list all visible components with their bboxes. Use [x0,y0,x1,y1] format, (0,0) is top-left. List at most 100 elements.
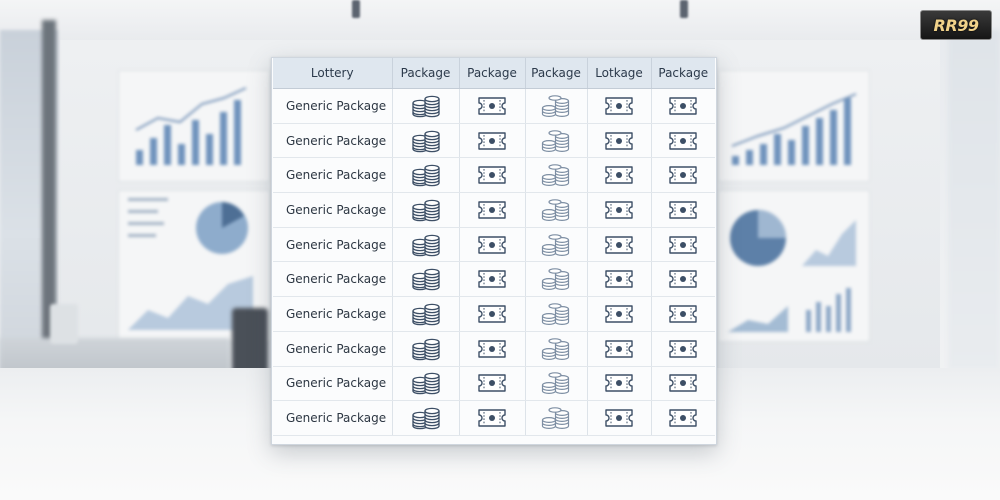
package-icon-cell [525,227,588,263]
ticket-icon [476,94,508,118]
package-icon-cell [392,157,460,194]
package-icon-cell [459,331,526,367]
column-header-5[interactable]: Package [651,58,715,89]
table-row: Generic Package [273,123,715,159]
coin-stack-light-icon [540,233,572,257]
coin-stack-icon [410,371,442,395]
package-icon-cell [459,123,526,159]
brand-logo-text: RR99 [933,15,979,35]
package-icon-cell [587,296,652,332]
ticket-icon [476,233,508,257]
table-row: Generic Package [273,88,715,124]
coin-stack-icon [410,129,442,153]
package-table: Lottery Package Package Package Lotkage Packa… [273,58,715,436]
coin-stack-icon [410,267,442,291]
table-row: Generic Package [273,227,715,263]
package-icon-cell [587,331,652,367]
coin-stack-light-icon [540,337,572,361]
window-right [948,30,1000,370]
package-icon-cell [587,261,652,298]
column-header-2[interactable]: Package [459,58,526,89]
table-row: Generic Package [273,366,715,402]
package-icon-cell [392,227,460,263]
package-icon-cell [651,296,715,332]
ticket-icon [476,371,508,395]
package-icon-cell [459,296,526,332]
ticket-icon [667,371,699,395]
package-icon-cell [651,366,715,402]
package-icon-cell [392,366,460,402]
ticket-icon [667,163,699,187]
ticket-icon [603,129,635,153]
row-name-cell: Generic Package [273,227,393,263]
decorative-wall-charts-left [128,87,253,330]
ceiling-light [352,0,360,18]
coin-stack-light-icon [540,406,572,430]
ticket-icon [603,233,635,257]
column-header-1[interactable]: Package [392,58,460,89]
table-row: Generic Package [273,296,715,332]
column-header-3[interactable]: Package [525,58,588,89]
ticket-icon [603,267,635,291]
column-header-lottery[interactable]: Lottery [273,58,393,89]
coin-stack-light-icon [540,163,572,187]
coin-stack-light-icon [540,94,572,118]
package-icon-cell [459,88,526,124]
row-name-cell: Generic Package [273,366,393,402]
ceiling-light [680,0,688,18]
ticket-icon [603,163,635,187]
row-name-cell: Generic Package [273,192,393,228]
package-icon-cell [587,366,652,402]
package-icon-cell [525,331,588,367]
row-name-cell: Generic Package [273,88,393,124]
row-name-cell: Generic Package [273,400,393,436]
ticket-icon [476,267,508,291]
package-icon-cell [392,400,460,436]
coin-stack-light-icon [540,129,572,153]
table-row: Generic Package [273,261,715,298]
package-icon-cell [587,157,652,194]
column-header-4[interactable]: Lotkage [587,58,652,89]
ticket-icon [476,163,508,187]
ticket-icon [476,302,508,326]
package-icon-cell [525,400,588,436]
row-name-cell: Generic Package [273,123,393,159]
ticket-icon [603,198,635,222]
package-icon-cell [392,296,460,332]
ticket-icon [667,302,699,326]
ticket-icon [667,267,699,291]
coin-stack-icon [410,337,442,361]
package-icon-cell [459,227,526,263]
table-row: Generic Package [273,192,715,228]
package-icon-cell [651,400,715,436]
package-icon-cell [392,331,460,367]
ticket-icon [603,406,635,430]
package-icon-cell [459,157,526,194]
package-icon-cell [392,192,460,228]
ticket-icon [603,337,635,361]
row-name-cell: Generic Package [273,331,393,367]
package-icon-cell [587,88,652,124]
package-icon-cell [525,366,588,402]
package-icon-cell [587,227,652,263]
coin-stack-light-icon [540,267,572,291]
row-name-cell: Generic Package [273,296,393,332]
coin-stack-icon [410,94,442,118]
ticket-icon [603,94,635,118]
ticket-icon [667,129,699,153]
coin-stack-light-icon [540,371,572,395]
ceiling [0,0,1000,40]
row-name-cell: Generic Package [273,261,393,298]
table-header-row: Lottery Package Package Package Lotkage Packa… [273,58,715,89]
coin-stack-icon [410,406,442,430]
coin-stack-light-icon [540,302,572,326]
package-icon-cell [459,400,526,436]
package-icon-cell [459,192,526,228]
package-icon-cell [651,88,715,124]
package-icon-cell [525,296,588,332]
ticket-icon [603,302,635,326]
package-icon-cell [392,123,460,159]
package-icon-cell [459,366,526,402]
package-icon-cell [525,261,588,298]
ticket-icon [476,406,508,430]
